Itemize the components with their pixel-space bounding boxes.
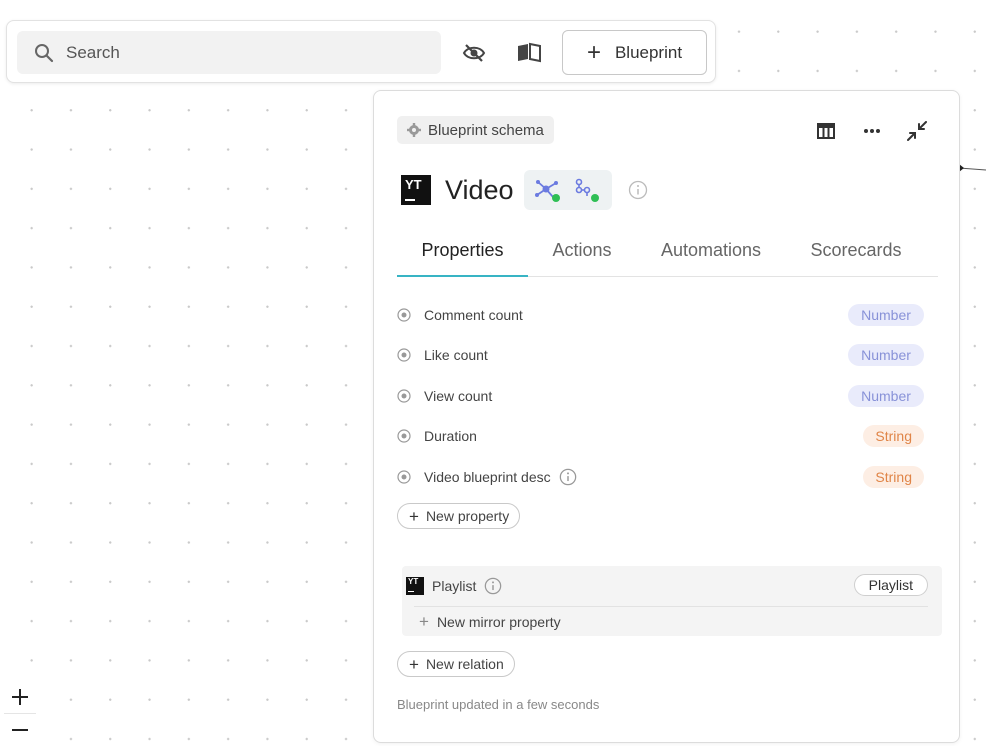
property-type-badge: Number [848,304,924,326]
gear-icon [407,123,421,137]
property-name: View count [424,388,493,404]
plus-icon: + [409,506,419,526]
relation-edge [958,164,986,172]
search-input[interactable] [64,41,398,64]
top-toolbar: + Blueprint [6,20,716,83]
blueprint-schema-label: Blueprint schema [428,121,544,139]
property-type-badge: Number [848,344,924,366]
zoom-in-button[interactable] [4,681,36,713]
relation-target-badge[interactable]: Playlist [853,574,928,596]
updated-status: Blueprint updated in a few seconds [397,697,600,712]
new-mirror-property-label: New mirror property [436,613,561,630]
zoom-out-button[interactable] [4,713,36,746]
target-icon [397,348,411,362]
target-icon [397,389,411,403]
property-type-badge: Number [848,385,924,407]
info-icon[interactable] [559,468,577,486]
relation-row[interactable]: YT Playlist Playlist [406,574,928,597]
collapse-icon[interactable] [905,119,929,143]
new-relation-label: New relation [425,656,504,672]
more-icon[interactable] [860,119,884,143]
property-name: Duration [424,428,477,444]
new-relation-button[interactable]: + New relation [397,651,515,677]
youtube-logo-icon: YT [401,175,431,205]
info-icon[interactable] [484,577,502,595]
blueprint-panel: Blueprint schema YT Video Properties Act… [373,90,960,743]
table-icon[interactable] [814,119,838,143]
property-row[interactable]: Like count Number [397,340,924,370]
target-icon [397,470,411,484]
property-name: Comment count [424,307,523,323]
property-row[interactable]: View count Number [397,381,924,411]
add-blueprint-label: Blueprint [614,42,683,62]
relation-name: Playlist [432,578,477,594]
youtube-logo-icon: YT [406,577,424,595]
tab-scorecards[interactable]: Scorecards [801,231,911,275]
add-blueprint-button[interactable]: + Blueprint [562,30,707,75]
new-property-button[interactable]: + New property [397,503,521,529]
property-name: Like count [424,347,488,363]
zoom-in-icon [12,689,28,705]
tab-actions[interactable]: Actions [542,231,622,275]
property-name: Video blueprint desc [424,469,551,485]
blueprint-title: Video [445,174,514,205]
tab-properties[interactable]: Properties [397,231,528,277]
plus-icon: + [419,612,429,631]
property-row[interactable]: Comment count Number [397,300,924,330]
search-box[interactable] [17,31,441,74]
property-row[interactable]: Video blueprint desc String [397,462,924,492]
plus-icon: + [409,654,419,674]
divider [414,606,928,607]
blueprint-title-row: YT Video [401,170,648,210]
book-open-icon[interactable] [516,41,542,65]
integrations-badge[interactable] [523,170,612,210]
plus-icon: + [586,38,601,66]
new-property-label: New property [425,508,510,524]
new-mirror-property-button[interactable]: + New mirror property [419,613,561,630]
relation-section: YT Playlist Playlist + New mirror proper… [402,566,942,636]
tab-automations[interactable]: Automations [649,231,773,275]
blueprint-schema-chip: Blueprint schema [397,116,554,144]
target-icon [397,429,411,443]
search-icon [35,43,54,62]
workflow-integration-icon [575,178,599,202]
target-icon [397,308,411,322]
property-row[interactable]: Duration String [397,421,924,451]
property-type-badge: String [863,466,924,488]
blueprint-tabs: Properties Actions Automations Scorecard… [397,231,938,277]
eye-off-icon[interactable] [461,41,487,65]
zoom-out-icon [12,729,28,731]
property-type-badge: String [863,425,924,447]
info-icon[interactable] [628,180,648,200]
graph-integration-icon [534,180,560,202]
